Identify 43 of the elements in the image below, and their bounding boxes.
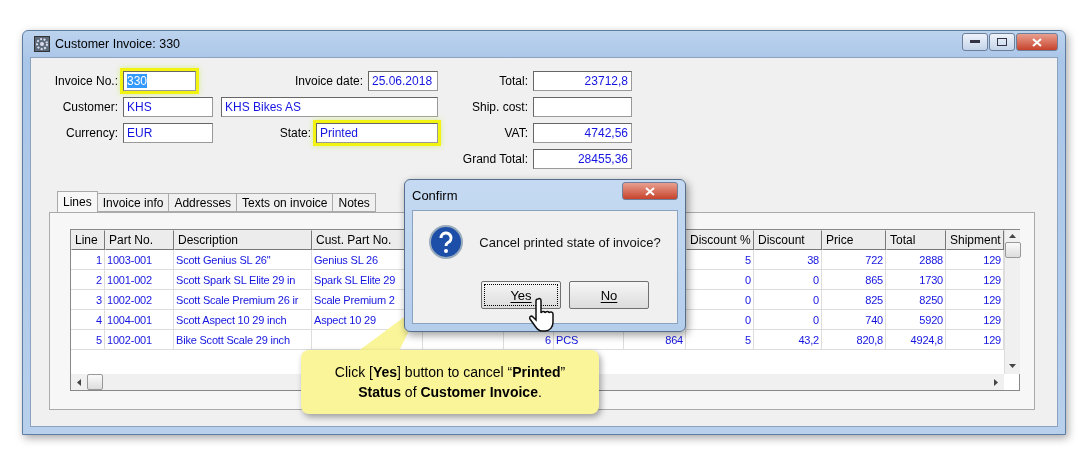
table-cell: 1004-001 [105,310,174,330]
table-cell: 865 [822,270,886,290]
field-label: Ship. cost: [470,100,529,114]
field-label: VAT: [503,126,529,140]
table-cell: 0 [754,290,822,310]
table-cell: 722 [822,250,886,270]
field-label: Invoice No.: [53,74,119,88]
table-cell: 43,2 [754,330,822,350]
table-cell: 2888 [886,250,946,270]
table-cell: 1002-001 [105,330,174,350]
table-cell: 0 [754,310,822,330]
table-cell: 5 [686,330,754,350]
field-label: Currency: [65,126,119,140]
table-cell: Scott Genius SL 26" [174,250,312,270]
window-title: Customer Invoice: 330 [55,37,181,51]
table-cell: 1003-001 [105,250,174,270]
table-cell: 4924,8 [886,330,946,350]
table-cell: 2 [71,270,105,290]
field-label: Total: [498,74,529,88]
table-cell: Bike Scott Scale 29 inch [174,330,312,350]
table-cell: 825 [822,290,886,310]
field-label: Invoice date: [293,74,364,88]
table-cell: Scott Aspect 10 29 inch [174,310,312,330]
field-label: Grand Total: [461,152,529,166]
table-cell: 5920 [886,310,946,330]
table-cell: 0 [754,270,822,290]
field-label: Customer: [61,100,119,114]
table-cell: 1001-002 [105,270,174,290]
field-label: State: [278,126,312,140]
table-cell: 820,8 [822,330,886,350]
table-cell: 38 [754,250,822,270]
dialog-title: Confirm [412,187,458,203]
table-cell: 740 [822,310,886,330]
table-cell: 1 [71,250,105,270]
table-cell: 5 [71,330,105,350]
table-cell: 1730 [886,270,946,290]
table-cell: 8250 [886,290,946,310]
table-cell: 3 [71,290,105,310]
table-cell: Scott Spark SL Elite 29 in [174,270,312,290]
table-cell: 1002-002 [105,290,174,310]
table-cell: Scott Scale Premium 26 ir [174,290,312,310]
table-cell: 4 [71,310,105,330]
dialog-message: Cancel printed state of invoice? [479,234,661,250]
